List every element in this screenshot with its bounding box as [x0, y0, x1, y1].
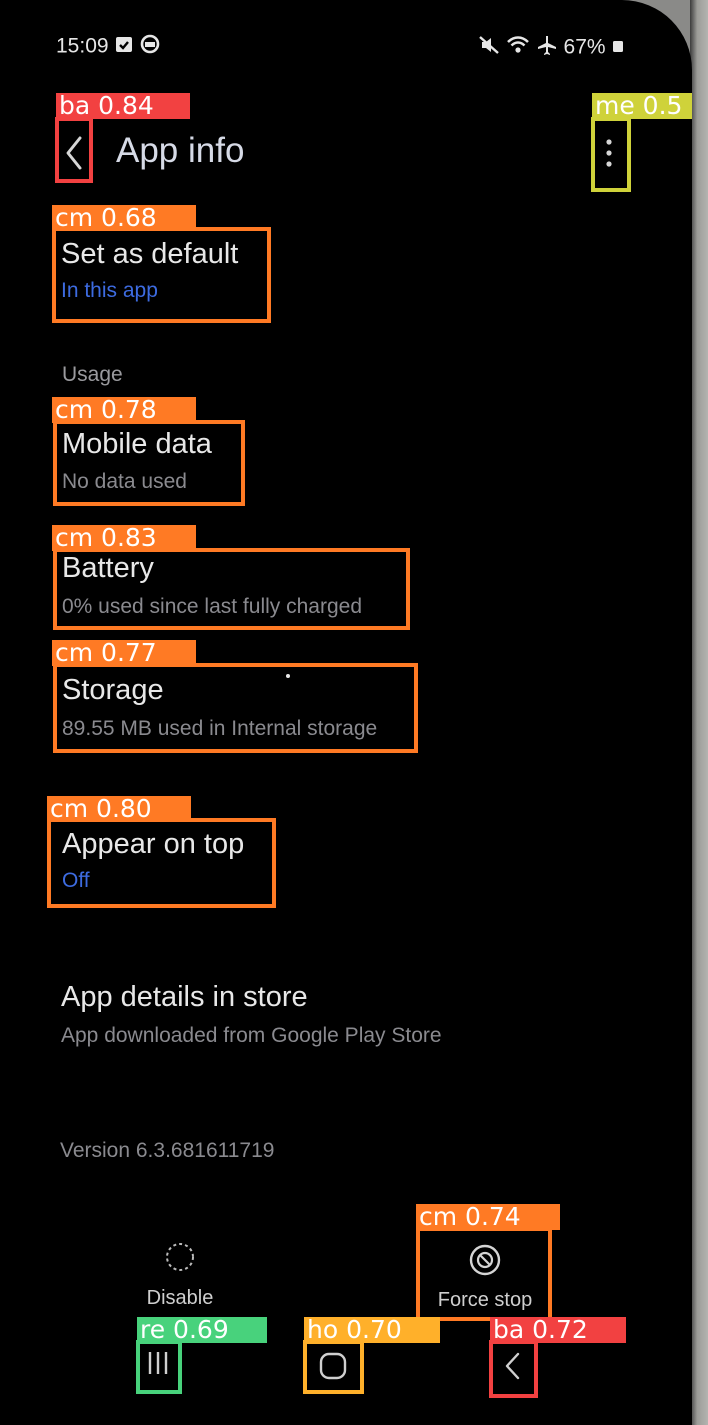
- disable-button[interactable]: Disable: [130, 1240, 230, 1310]
- detection-box-recents: [136, 1340, 182, 1394]
- detection-box-set-default: [52, 227, 271, 323]
- detection-label-menu: me 0.5: [592, 93, 692, 119]
- phone-screen: 15:09 67% App info Set as default In thi…: [0, 0, 692, 1425]
- device-edge: [690, 0, 708, 1425]
- detection-box-home: [303, 1340, 364, 1394]
- page-title: App info: [116, 131, 245, 170]
- section-usage: Usage: [62, 363, 123, 386]
- detection-box-nav-back: [489, 1340, 538, 1398]
- wifi-icon: [506, 34, 530, 62]
- detection-box-menu: [591, 117, 631, 192]
- calendar-check-icon: [114, 34, 134, 60]
- app-details-store-subtitle: App downloaded from Google Play Store: [61, 1024, 442, 1047]
- app-details-store-item[interactable]: App details in store App downloaded from…: [61, 981, 442, 1048]
- status-bar-right: 67%: [478, 34, 625, 62]
- battery-percent: 67%: [563, 35, 606, 59]
- detection-box-battery: [53, 548, 410, 630]
- detection-box-force-stop: [416, 1227, 552, 1321]
- detection-box-back: [55, 117, 93, 183]
- detection-label-back: ba 0.84: [56, 93, 190, 119]
- detection-box-storage: [53, 663, 418, 753]
- detection-box-appear-on-top: [47, 818, 276, 908]
- status-time: 15:09: [56, 34, 109, 58]
- disable-icon: [163, 1243, 197, 1278]
- disable-label: Disable: [146, 1287, 214, 1309]
- version-text: Version 6.3.681611719: [60, 1139, 275, 1162]
- airplane-icon: [536, 34, 558, 62]
- status-bar-left: 15:09: [56, 34, 160, 60]
- circle-face-icon: [140, 34, 160, 60]
- mute-icon: [478, 34, 500, 62]
- app-details-store-title: App details in store: [61, 981, 308, 1013]
- battery-icon: [611, 36, 625, 60]
- detection-box-mobile-data: [53, 420, 245, 506]
